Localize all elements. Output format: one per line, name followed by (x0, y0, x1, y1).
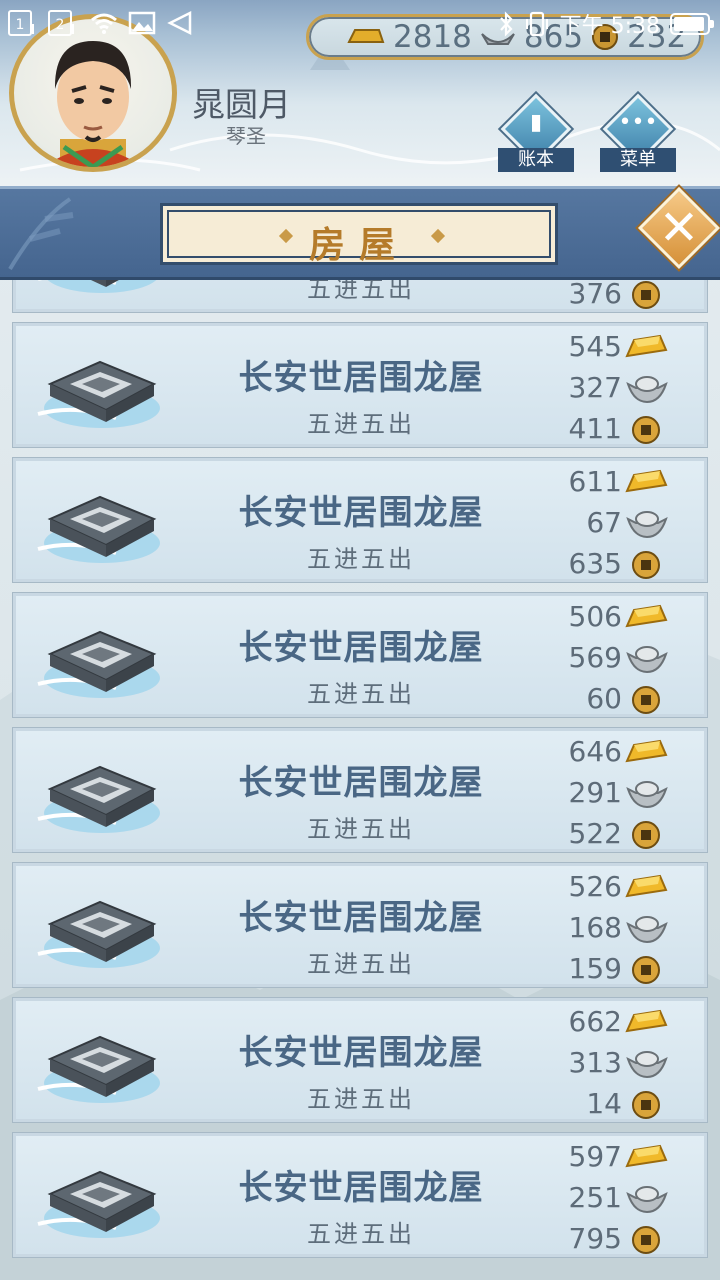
house-list-item[interactable]: 长安世居围龙屋 五进五出 506 569 60 (13, 593, 707, 717)
house-list-item[interactable]: 长安世居围龙屋 五进五出 662 313 14 (13, 998, 707, 1122)
house-name: 长安世居围龙屋 (238, 493, 484, 533)
house-list-item[interactable]: 长安世居围龙屋 五进五出 526 168 159 (13, 863, 707, 987)
send-icon (167, 10, 192, 36)
house-list-item[interactable]: 长安世居围龙屋 五进五出 611 67 635 (13, 458, 707, 582)
house-icon (37, 1035, 160, 1103)
gold-ingot-icon (625, 874, 668, 898)
coin-icon (632, 1226, 660, 1254)
book-icon: ▮ (529, 110, 543, 135)
coin-price: 635 (568, 547, 622, 580)
silver-price: 168 (568, 911, 622, 944)
coin-icon (632, 821, 660, 849)
ledger-label: 账本 (498, 148, 574, 172)
house-icon (37, 495, 160, 563)
gold-price: 597 (568, 1140, 622, 1173)
house-icon (37, 900, 160, 968)
silver-ingot-icon (626, 1186, 668, 1214)
ledger-button[interactable]: ▮ 账本 (498, 93, 574, 176)
ellipsis-icon: ••• (618, 110, 658, 135)
house-subtitle: 五进五出 (307, 950, 415, 978)
house-name: 长安世居围龙屋 (238, 1033, 484, 1073)
sim1-icon: 1 (8, 10, 34, 36)
gold-price: 611 (568, 465, 622, 498)
silver-ingot-icon (626, 916, 668, 944)
coin-icon (632, 1091, 660, 1119)
menu-button[interactable]: ••• 菜单 (600, 93, 676, 176)
gold-price: 545 (568, 330, 622, 363)
coin-icon (632, 956, 660, 984)
house-icon (37, 360, 160, 428)
coin-icon (632, 281, 660, 309)
silver-ingot-icon (626, 1051, 668, 1079)
house-list-item[interactable]: 长安世居围龙屋 五进五出 597 251 795 (13, 1133, 707, 1257)
coin-price: 795 (568, 1222, 622, 1255)
house-list-item[interactable]: 长安世居围龙屋 五进五出 646 291 522 (13, 728, 707, 852)
close-icon[interactable]: ✕ (648, 193, 710, 263)
coin-price: 411 (568, 412, 622, 445)
house-list[interactable]: 长安世居围龙屋 五进五出 417 376 长安世居围龙屋 五进五出 545 (0, 280, 720, 1280)
silver-ingot-icon (626, 646, 668, 674)
title-plaque: 房屋 (160, 203, 558, 266)
house-name: 长安世居围龙屋 (238, 358, 484, 398)
player-name: 晁圆月 (192, 85, 291, 124)
house-subtitle: 五进五出 (307, 280, 415, 303)
house-list-item[interactable]: 长安世居围龙屋 五进五出 545 327 411 (13, 323, 707, 447)
silver-ingot-icon (626, 781, 668, 809)
house-icon (37, 765, 160, 833)
silver-price: 569 (568, 641, 622, 674)
silver-price: 327 (568, 371, 622, 404)
silver-ingot-icon (626, 376, 668, 404)
gold-ingot-icon (625, 1144, 668, 1168)
house-subtitle: 五进五出 (307, 680, 415, 708)
image-icon (128, 11, 156, 35)
gold-price: 506 (568, 600, 622, 633)
house-list-item[interactable]: 长安世居围龙屋 五进五出 417 376 (13, 280, 707, 312)
silver-price: 291 (568, 776, 622, 809)
battery-icon (670, 13, 714, 35)
gold-ingot-icon (625, 604, 668, 628)
menu-label: 菜单 (600, 148, 676, 172)
gold-ingot-icon (625, 334, 668, 358)
coin-price: 522 (568, 817, 622, 850)
silver-ingot-icon (626, 511, 668, 539)
house-icon (38, 280, 157, 293)
coin-price: 376 (568, 280, 622, 310)
gold-ingot-icon (625, 469, 668, 493)
house-name: 长安世居围龙屋 (238, 628, 484, 668)
silver-price: 313 (568, 1046, 622, 1079)
bamboo-decoration-icon (8, 197, 74, 271)
house-subtitle: 五进五出 (307, 410, 415, 438)
house-name: 长安世居围龙屋 (238, 763, 484, 803)
vibrate-icon (525, 11, 548, 37)
title-band: 房屋 ✕ (0, 186, 720, 280)
gold-price: 526 (568, 870, 622, 903)
gold-ingot-icon (625, 1009, 668, 1033)
house-subtitle: 五进五出 (307, 545, 415, 573)
coin-price: 60 (586, 682, 622, 715)
page-title: 房屋 (308, 225, 409, 266)
house-subtitle: 五进五出 (307, 1085, 415, 1113)
coin-icon (632, 686, 660, 714)
gold-price: 662 (568, 1005, 622, 1038)
gold-price: 646 (568, 735, 622, 768)
house-subtitle: 五进五出 (307, 1220, 415, 1248)
bluetooth-icon (499, 11, 513, 37)
coin-price: 159 (568, 952, 622, 985)
house-icon (37, 1170, 160, 1238)
sim2-icon: 2 (48, 10, 74, 36)
house-subtitle: 五进五出 (307, 815, 415, 843)
house-icon (37, 630, 160, 698)
wifi-icon (91, 13, 117, 34)
player-title: 琴圣 (226, 124, 266, 148)
silver-price: 251 (568, 1181, 622, 1214)
coin-price: 14 (586, 1087, 622, 1120)
house-name: 长安世居围龙屋 (238, 898, 484, 938)
coin-icon (632, 416, 660, 444)
status-bar: 1 2 下午 5:38 (0, 0, 720, 50)
coin-icon (632, 551, 660, 579)
house-name: 长安世居围龙屋 (238, 1168, 484, 1208)
gold-ingot-icon (625, 739, 668, 763)
silver-price: 67 (586, 506, 622, 539)
clock: 下午 5:38 (559, 14, 660, 39)
